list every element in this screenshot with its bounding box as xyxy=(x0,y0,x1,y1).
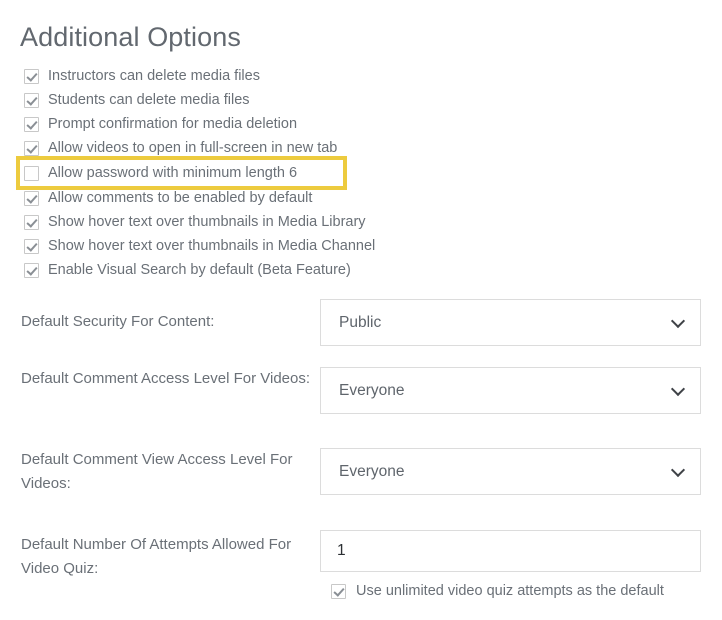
checkbox-label: Enable Visual Search by default (Beta Fe… xyxy=(48,262,351,278)
checkbox-label: Prompt confirmation for media deletion xyxy=(48,116,298,132)
comment-view-access-level-select[interactable]: Everyone xyxy=(320,448,701,495)
checkbox-row[interactable]: Prompt confirmation for media deletion xyxy=(24,112,484,136)
checkbox-row[interactable]: Allow password with minimum length 6 xyxy=(16,156,347,190)
comment-access-level-label: Default Comment Access Level For Videos: xyxy=(21,370,311,387)
checkbox-row[interactable]: Enable Visual Search by default (Beta Fe… xyxy=(24,258,484,282)
checkbox-label: Allow password with minimum length 6 xyxy=(48,165,298,181)
checkbox-label: Allow comments to be enabled by default xyxy=(48,190,313,206)
chevron-down-icon xyxy=(673,465,684,476)
video-quiz-attempts-input[interactable]: 1 xyxy=(320,530,701,572)
video-quiz-attempts-value: 1 xyxy=(337,542,346,559)
default-security-value: Public xyxy=(339,313,382,331)
default-security-label: Default Security For Content: xyxy=(21,313,215,330)
page-title: Additional Options xyxy=(20,22,241,52)
checkbox-row[interactable]: Allow videos to open in full-screen in n… xyxy=(24,136,484,160)
checkbox-checked-icon[interactable] xyxy=(24,140,39,156)
checkbox-checked-icon[interactable] xyxy=(24,68,39,84)
chevron-down-icon xyxy=(673,384,684,395)
checkbox-checked-icon[interactable] xyxy=(24,92,39,108)
checkbox-unchecked-icon[interactable] xyxy=(24,165,39,181)
checkbox-checked-icon[interactable] xyxy=(24,214,39,230)
unlimited-attempts-checkbox-row[interactable]: Use unlimited video quiz attempts as the… xyxy=(331,581,701,601)
unlimited-attempts-checkbox[interactable] xyxy=(331,583,346,599)
default-security-select[interactable]: Public xyxy=(320,299,701,346)
chevron-down-icon xyxy=(673,316,684,327)
unlimited-attempts-label: Use unlimited video quiz attempts as the… xyxy=(356,583,664,599)
additional-options-page: Additional Options Instructors can delet… xyxy=(0,0,722,620)
comment-access-level-select[interactable]: Everyone xyxy=(320,367,701,414)
checkbox-checked-icon[interactable] xyxy=(24,262,39,278)
checkbox-row[interactable]: Show hover text over thumbnails in Media… xyxy=(24,210,484,234)
checkbox-checked-icon[interactable] xyxy=(24,238,39,254)
checkbox-row[interactable]: Students can delete media files xyxy=(24,88,484,112)
checkbox-row[interactable]: Instructors can delete media files xyxy=(24,64,484,88)
checkbox-checked-icon[interactable] xyxy=(24,116,39,132)
checkbox-label: Show hover text over thumbnails in Media… xyxy=(48,238,376,254)
video-quiz-attempts-label: Default Number Of Attempts Allowed For V… xyxy=(21,536,292,577)
additional-options-checkbox-list: Instructors can delete media files Studen… xyxy=(16,64,484,282)
comment-view-access-level-value: Everyone xyxy=(339,462,405,480)
checkbox-label: Show hover text over thumbnails in Media… xyxy=(48,214,366,230)
checkbox-label: Allow videos to open in full-screen in n… xyxy=(48,140,338,156)
checkbox-label: Students can delete media files xyxy=(48,92,250,108)
comment-view-access-level-label: Default Comment View Access Level For Vi… xyxy=(21,451,293,492)
checkbox-row[interactable]: Allow comments to be enabled by default xyxy=(24,186,484,210)
checkbox-checked-icon[interactable] xyxy=(24,190,39,206)
checkbox-row[interactable]: Show hover text over thumbnails in Media… xyxy=(24,234,484,258)
checkbox-label: Instructors can delete media files xyxy=(48,68,260,84)
comment-access-level-value: Everyone xyxy=(339,381,405,399)
